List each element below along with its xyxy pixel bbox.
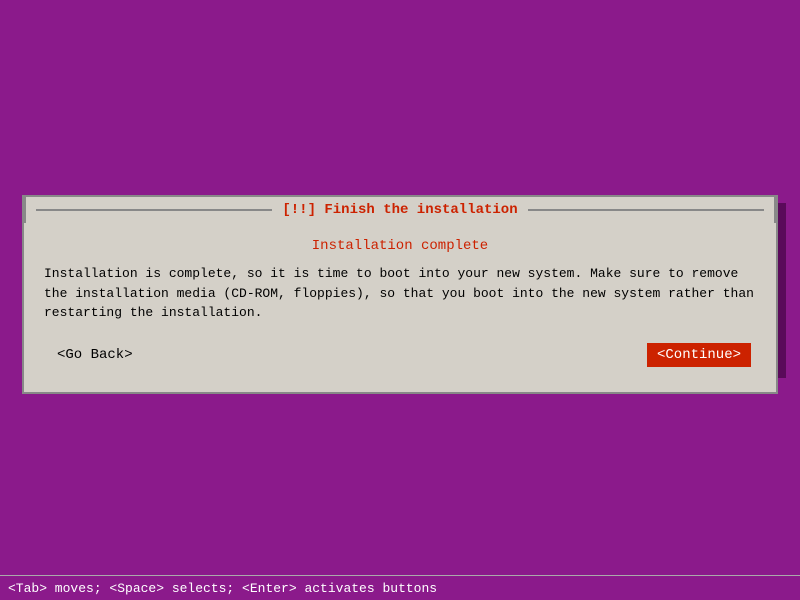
dialog: [!!] Finish the installation Installatio… — [22, 195, 778, 394]
status-bar-text: <Tab> moves; <Space> selects; <Enter> ac… — [8, 581, 437, 596]
status-bar: <Tab> moves; <Space> selects; <Enter> ac… — [0, 575, 800, 600]
installation-body-text: Installation is complete, so it is time … — [44, 264, 756, 323]
titlebar-line-left — [36, 209, 272, 211]
dialog-titlebar: [!!] Finish the installation — [24, 195, 776, 223]
continue-button[interactable]: <Continue> — [647, 343, 751, 367]
dialog-title: [!!] Finish the installation — [272, 202, 527, 218]
dialog-buttons: <Go Back> <Continue> — [44, 338, 756, 377]
installation-complete-label: Installation complete — [44, 238, 756, 254]
titlebar-line-right — [528, 209, 764, 211]
dialog-body: Installation complete Installation is co… — [24, 223, 776, 392]
dialog-container: [!!] Finish the installation Installatio… — [22, 195, 778, 394]
screen: [!!] Finish the installation Installatio… — [0, 0, 800, 600]
go-back-button[interactable]: <Go Back> — [49, 343, 141, 367]
